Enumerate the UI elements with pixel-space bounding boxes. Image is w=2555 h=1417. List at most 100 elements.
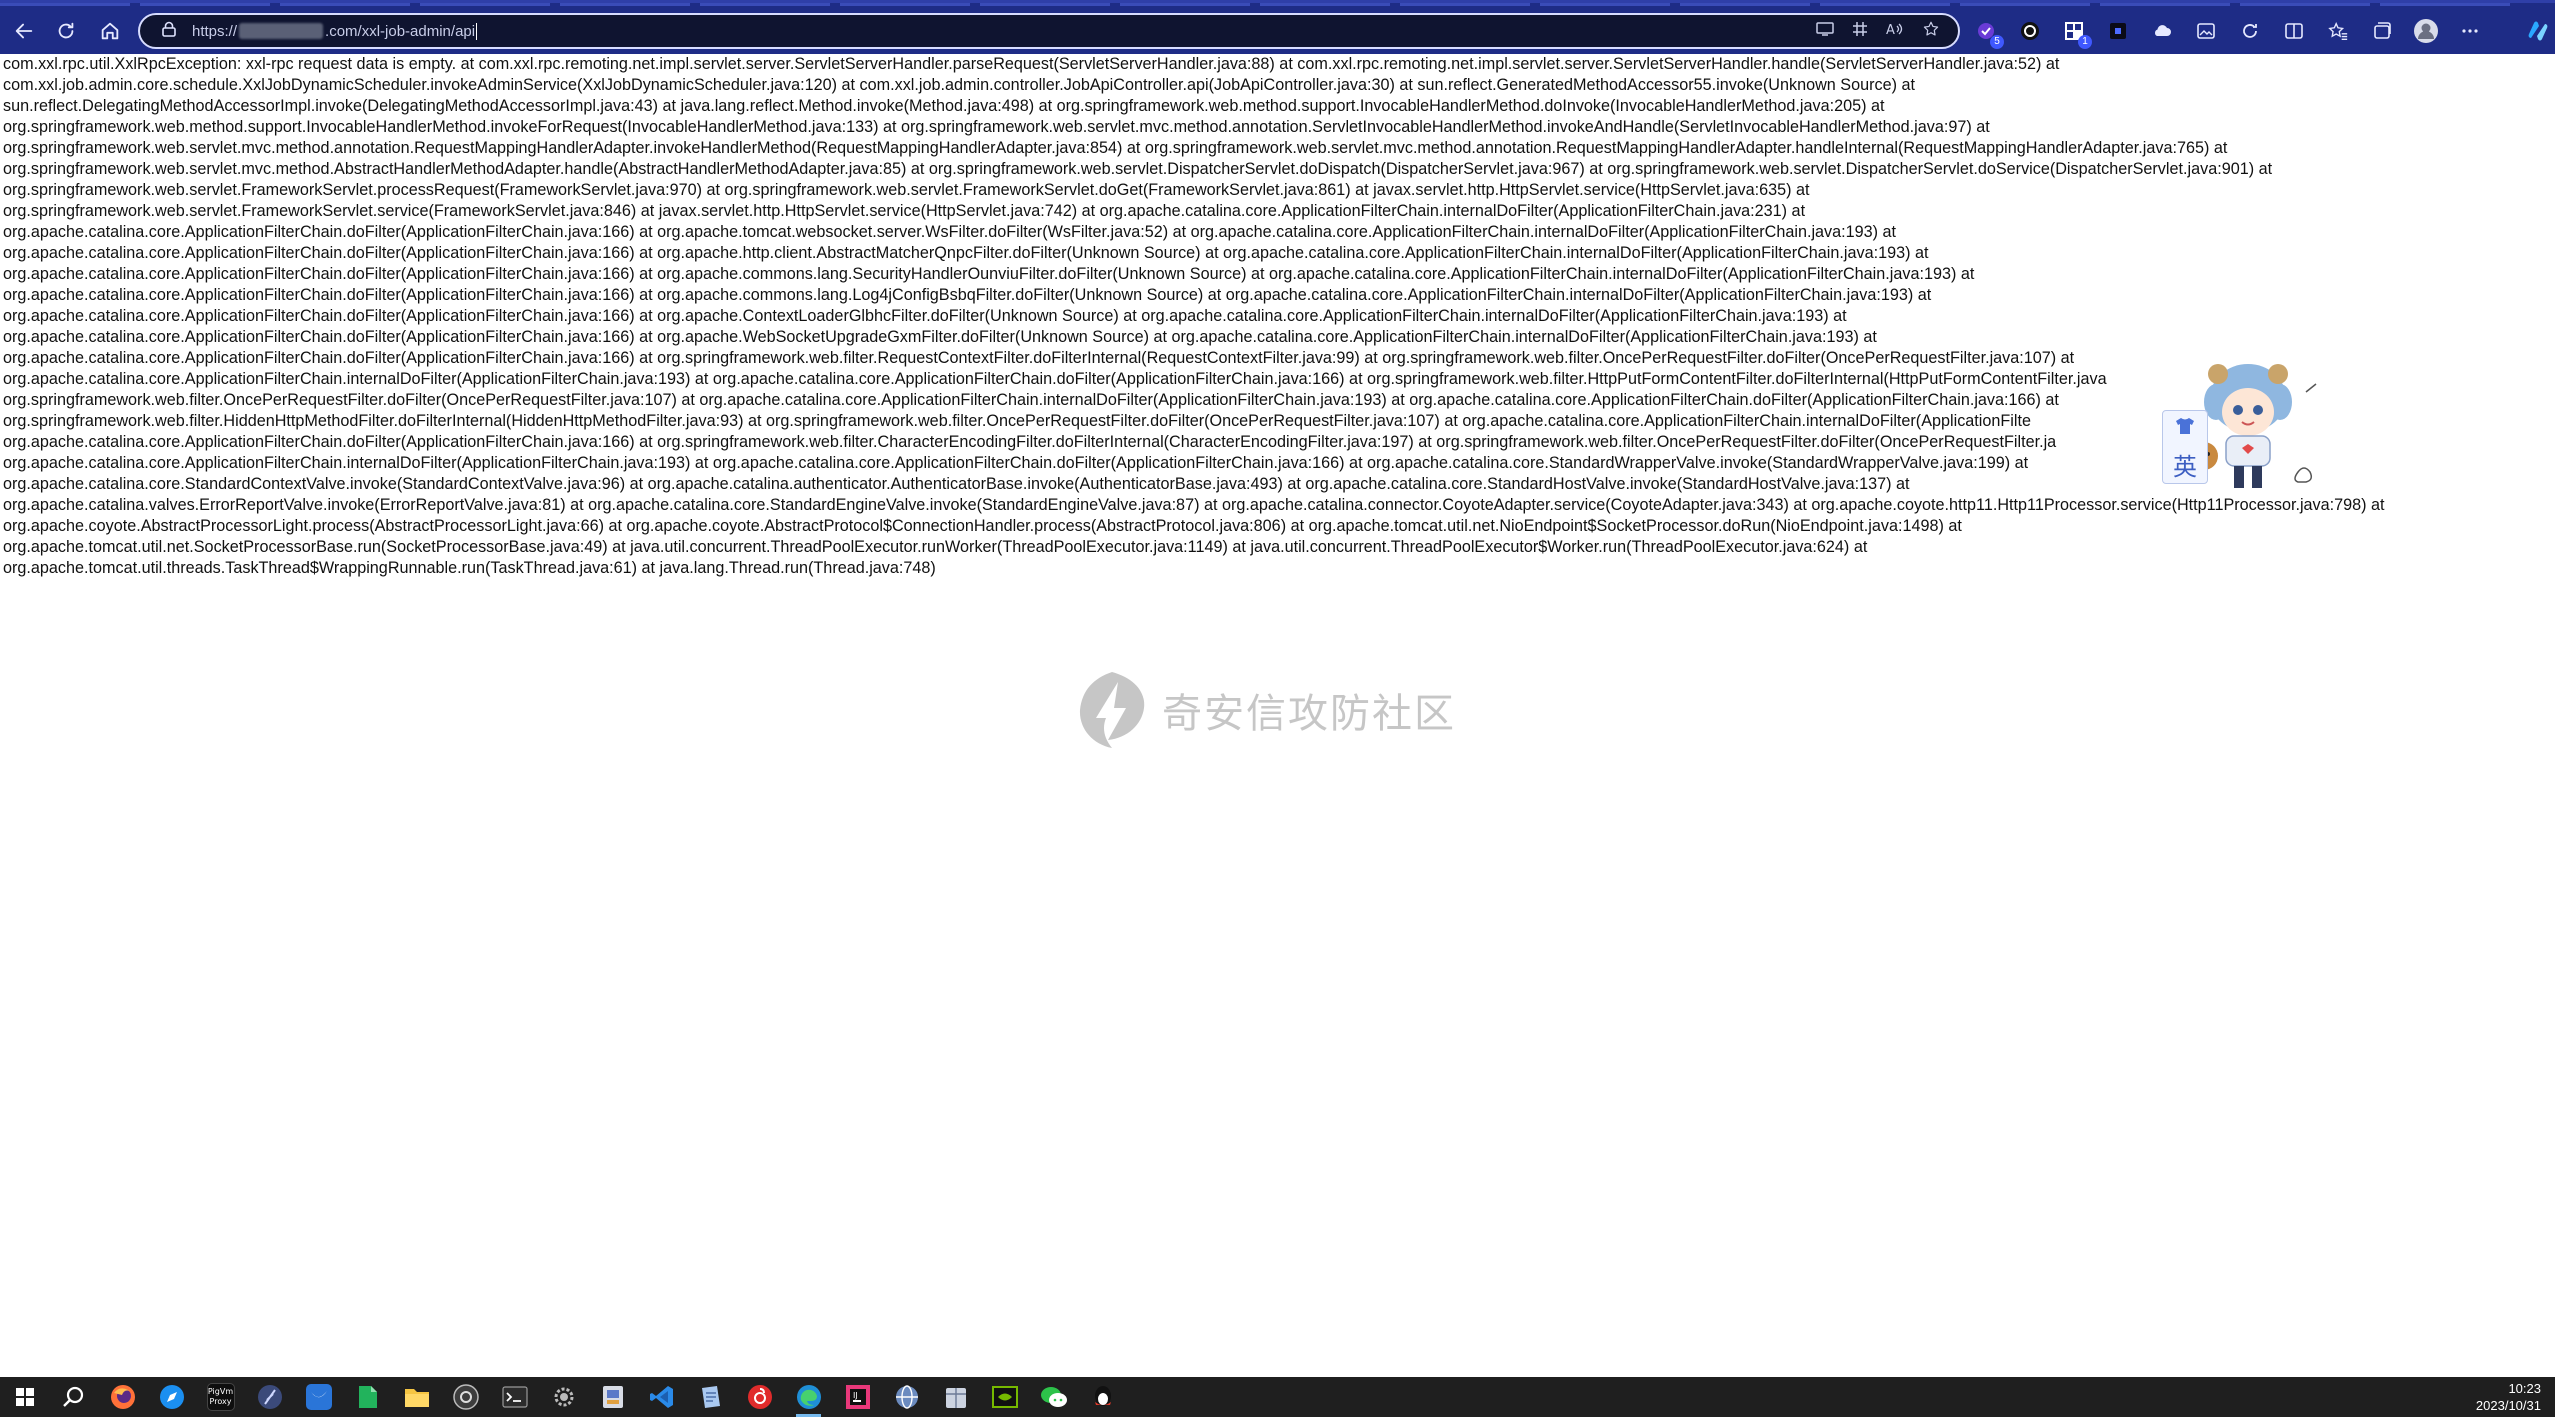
tab[interactable] <box>1120 3 1250 6</box>
trace-line: com.xxl.rpc.util.XxlRpcException: xxl-rp… <box>3 55 2060 73</box>
search-button[interactable] <box>49 1377 98 1417</box>
taskbar-intellij[interactable]: IJ <box>833 1377 882 1417</box>
tab[interactable] <box>420 3 550 6</box>
extension-7-button[interactable] <box>2234 15 2266 47</box>
more-options-button[interactable] <box>2454 15 2486 47</box>
taskbar-obs[interactable] <box>441 1377 490 1417</box>
extension-4-button[interactable] <box>2102 15 2134 47</box>
trace-line: org.apache.coyote.AbstractProcessorLight… <box>3 517 1962 535</box>
extension-5-button[interactable] <box>2146 15 2178 47</box>
url-text[interactable]: https:// .com/xxl-job-admin/api <box>192 22 478 40</box>
address-bar-actions: A <box>1816 15 1940 47</box>
taskbar-feather-app[interactable] <box>245 1377 294 1417</box>
tab[interactable] <box>560 3 690 6</box>
tab[interactable] <box>700 3 830 6</box>
trace-line: org.springframework.web.servlet.mvc.meth… <box>3 160 2273 178</box>
system-clock[interactable]: 10:23 2023/10/31 <box>2476 1380 2541 1414</box>
extension-3-button[interactable]: 1 <box>2058 15 2092 49</box>
taskbar-installer[interactable] <box>588 1377 637 1417</box>
home-button[interactable] <box>94 15 126 47</box>
folder-icon <box>404 1389 429 1407</box>
profile-button[interactable] <box>2410 15 2442 47</box>
browser-toolbar: https:// .com/xxl-job-admin/api A 5 1 <box>0 0 2555 54</box>
read-aloud-icon[interactable]: A <box>1886 21 1904 42</box>
trace-line: com.xxl.job.admin.core.schedule.XxlJobDy… <box>3 76 1915 94</box>
taskbar-gear-app[interactable] <box>539 1377 588 1417</box>
penguin-icon <box>1094 1386 1111 1406</box>
trace-line: sun.reflect.DelegatingMethodAccessorImpl… <box>3 97 1885 115</box>
lightning-shield-icon <box>1079 672 1145 748</box>
tab[interactable] <box>1400 3 1530 6</box>
intellij-icon: IJ <box>845 1385 870 1409</box>
refresh-button[interactable] <box>50 15 82 47</box>
taskbar-qq[interactable] <box>1078 1377 1127 1417</box>
favorite-star-icon[interactable] <box>1922 20 1940 43</box>
back-button[interactable] <box>8 15 40 47</box>
installer-icon <box>602 1386 623 1408</box>
tab[interactable] <box>1680 3 1810 6</box>
tab[interactable] <box>0 3 130 6</box>
home-icon <box>101 22 119 40</box>
url-prefix: https:// <box>192 22 238 40</box>
taskbar-netease-music[interactable] <box>735 1377 784 1417</box>
watermark: 奇安信攻防社区 <box>1074 668 1474 752</box>
taskbar-edge[interactable] <box>784 1377 833 1417</box>
extension-6-button[interactable] <box>2190 15 2222 47</box>
tab[interactable] <box>1960 3 2090 6</box>
nvidia-icon <box>991 1386 1018 1408</box>
stack-trace-text: com.xxl.rpc.util.XxlRpcException: xxl-rp… <box>3 54 2548 579</box>
tab[interactable] <box>1540 3 1670 6</box>
extension-2-button[interactable] <box>2014 15 2046 47</box>
favorites-button[interactable] <box>2322 15 2354 47</box>
sync-icon <box>2243 24 2257 38</box>
tab[interactable] <box>840 3 970 6</box>
address-bar[interactable]: https:// .com/xxl-job-admin/api A <box>138 13 1960 49</box>
app-view-icon[interactable] <box>1816 21 1834 42</box>
grid-icon[interactable] <box>1852 21 1868 42</box>
tab[interactable] <box>2240 3 2370 6</box>
screen: https:// .com/xxl-job-admin/api A 5 1 co… <box>0 0 2555 1417</box>
split-screen-icon <box>2285 23 2303 39</box>
taskbar-proxy-app[interactable]: PigVm Proxy <box>196 1377 245 1417</box>
arrow-left-icon <box>15 23 33 39</box>
taskbar-bird-app[interactable] <box>294 1377 343 1417</box>
collections-button[interactable] <box>2366 15 2398 47</box>
extension-1-button[interactable]: 5 <box>1970 15 2004 49</box>
tab[interactable] <box>280 3 410 6</box>
start-button[interactable] <box>0 1377 49 1417</box>
taskbar-terminal[interactable] <box>490 1377 539 1417</box>
taskbar-browser-compass[interactable] <box>147 1377 196 1417</box>
trace-line: org.apache.catalina.core.ApplicationFilt… <box>3 265 1975 283</box>
watermark-text: 奇安信攻防社区 <box>1162 691 1456 737</box>
obs-icon <box>452 1384 479 1410</box>
image-icon <box>2197 23 2215 39</box>
taskbar-vscode[interactable] <box>637 1377 686 1417</box>
taskbar-green-document[interactable] <box>343 1377 392 1417</box>
tab[interactable] <box>140 3 270 6</box>
tab[interactable] <box>1820 3 1950 6</box>
taskbar-notes-app[interactable] <box>686 1377 735 1417</box>
compass-icon <box>159 1385 184 1409</box>
taskbar-nvidia[interactable] <box>980 1377 1029 1417</box>
ime-mode-toggle[interactable]: 英 <box>2162 410 2208 484</box>
tab[interactable] <box>2100 3 2230 6</box>
bird-icon <box>305 1384 332 1410</box>
taskbar-globe-app[interactable] <box>882 1377 931 1417</box>
text-caret <box>476 22 478 40</box>
tab[interactable] <box>1260 3 1390 6</box>
trace-line: org.apache.catalina.core.ApplicationFilt… <box>3 244 1929 262</box>
copilot-icon <box>2528 21 2548 41</box>
extension-3-badge: 1 <box>2078 35 2092 49</box>
taskbar-file-explorer[interactable] <box>392 1377 441 1417</box>
taskbar-package-app[interactable] <box>931 1377 980 1417</box>
taskbar-firefox[interactable] <box>98 1377 147 1417</box>
tab[interactable] <box>2380 3 2510 6</box>
tab[interactable] <box>980 3 1110 6</box>
copilot-button[interactable] <box>2522 15 2554 47</box>
split-screen-button[interactable] <box>2278 15 2310 47</box>
lock-icon[interactable] <box>154 21 184 42</box>
dark-square-icon <box>2110 23 2126 39</box>
taskbar-wechat[interactable] <box>1029 1377 1078 1417</box>
favorites-star-icon <box>2328 21 2348 40</box>
notes-icon <box>701 1386 720 1408</box>
